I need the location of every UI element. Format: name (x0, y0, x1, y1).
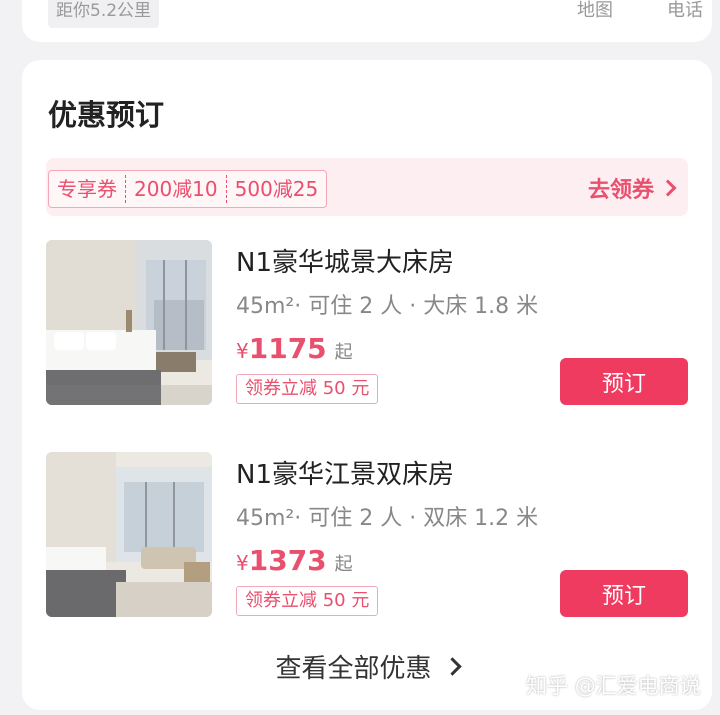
hotel-info-card: 距你5.2公里 地图 电话 (22, 0, 712, 42)
room-name: N1豪华江景双床房 (236, 460, 454, 490)
coupon-discount-badge: 领券立减 50 元 (236, 586, 379, 616)
coupon-tags: 专享券 200减10 500减25 (48, 170, 328, 208)
price-amount: 1175 (248, 332, 327, 365)
hotel-room-image (46, 452, 212, 617)
distance-badge: 距你5.2公里 (48, 0, 160, 28)
coupon-tag-exclusive: 专享券 (57, 177, 117, 201)
room-name: N1豪华城景大床房 (236, 248, 454, 278)
room-info: 45m²· 可住 2 人 · 双床 1.2 米 (236, 506, 539, 531)
price-suffix: 起 (334, 342, 353, 363)
coupon-tag-200: 200减10 (134, 177, 218, 201)
map-link[interactable]: 地图 (577, 0, 613, 28)
coupon-bar[interactable]: 专享券 200减10 500减25 去领券 (46, 158, 688, 216)
claim-coupon-link[interactable]: 去领券 (587, 172, 677, 204)
section-title: 优惠预订 (48, 98, 165, 132)
price-amount: 1373 (248, 544, 327, 577)
chevron-right-icon (442, 657, 462, 676)
price-suffix: 起 (334, 554, 353, 575)
currency-symbol: ¥ (236, 551, 249, 575)
coupon-tag-500: 500减25 (234, 177, 319, 201)
coupon-discount-badge: 领券立减 50 元 (236, 374, 379, 404)
offers-card: 优惠预订 专享券 200减10 500减25 去领券 N1豪华城景大床房 45m… (22, 60, 712, 710)
view-all-label: 查看全部优惠 (275, 654, 432, 684)
room-price: ¥ 1175 起 (236, 332, 353, 365)
room-item[interactable]: N1豪华江景双床房 45m²· 可住 2 人 · 双床 1.2 米 ¥ 1373… (46, 452, 688, 617)
watermark: 知乎 @汇爱电商说 (526, 674, 701, 698)
phone-link[interactable]: 电话 (667, 0, 703, 28)
chevron-right-icon (659, 179, 677, 197)
book-button[interactable]: 预订 (560, 358, 688, 405)
room-item[interactable]: N1豪华城景大床房 45m²· 可住 2 人 · 大床 1.8 米 ¥ 1175… (46, 240, 688, 405)
currency-symbol: ¥ (236, 339, 249, 363)
room-photo[interactable] (46, 240, 212, 405)
book-button[interactable]: 预订 (560, 570, 688, 617)
claim-coupon-label: 去领券 (587, 178, 654, 203)
hotel-room-image (46, 240, 212, 405)
room-info: 45m²· 可住 2 人 · 大床 1.8 米 (236, 294, 539, 319)
room-price: ¥ 1373 起 (236, 544, 353, 577)
room-photo[interactable] (46, 452, 212, 617)
